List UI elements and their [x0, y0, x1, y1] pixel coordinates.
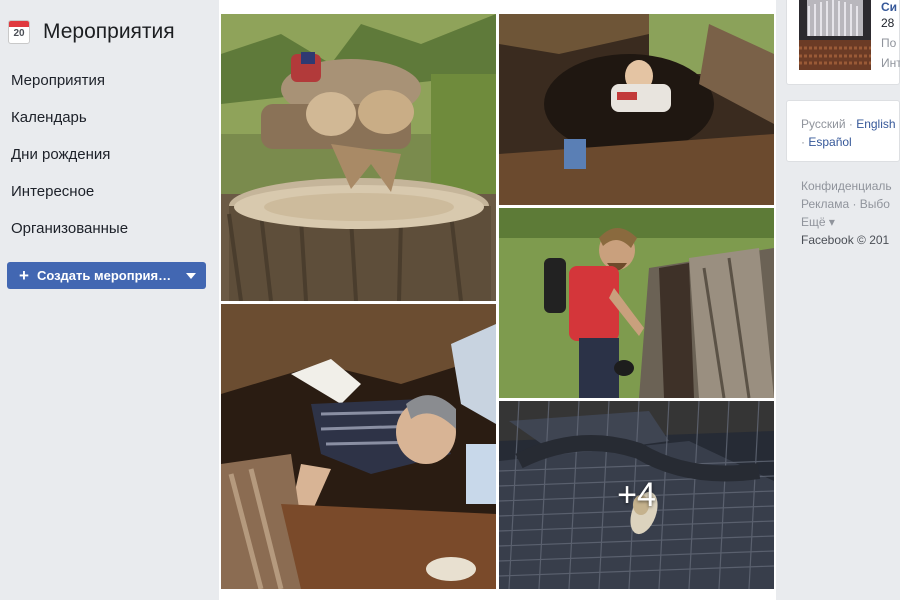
caret-down-icon[interactable] [186, 272, 196, 279]
left-sidebar: 20 Мероприятия Мероприятия Календарь Дни… [0, 0, 220, 600]
photo-stumps[interactable] [221, 14, 496, 301]
language-spanish-link[interactable]: Español [808, 135, 851, 149]
event-thumbnail[interactable] [799, 0, 871, 70]
calendar-icon: 20 [8, 20, 30, 44]
sidebar-nav: Мероприятия Календарь Дни рождения Интер… [11, 70, 128, 255]
more-photos-count[interactable]: +4 [499, 401, 774, 589]
sidebar-item-events[interactable]: Мероприятия [11, 70, 128, 107]
sidebar-item-calendar[interactable]: Календарь [11, 107, 128, 144]
post-card: +4 [219, 0, 776, 600]
footer-more-link[interactable]: Ещё ▾ [801, 213, 892, 231]
footer-privacy-link[interactable]: Конфиденциаль [801, 177, 892, 195]
plus-icon: + [19, 266, 29, 285]
page-title: Мероприятия [43, 20, 175, 43]
language-current: Русский [801, 117, 846, 131]
photo-hollow-woman[interactable] [499, 14, 774, 205]
event-title[interactable]: Си [881, 0, 897, 14]
photo-glove-larva[interactable]: +4 [499, 401, 774, 589]
event-meta-1: По [881, 36, 897, 50]
calendar-icon-number: 20 [13, 28, 25, 39]
suggested-event-card[interactable]: Си 28 По Инт [786, 0, 900, 85]
photo-bearded-man[interactable] [499, 208, 774, 398]
language-separator: · [845, 117, 857, 131]
create-event-label: Создать мероприя… [36, 268, 172, 283]
create-event-button[interactable]: + Создать мероприя… [7, 262, 206, 289]
language-row-2: · Español [801, 135, 852, 149]
sidebar-item-discover[interactable]: Интересное [11, 181, 128, 218]
right-column: Си 28 По Инт Русский · English · Español… [786, 0, 900, 600]
footer-copyright: Facebook © 201 [801, 233, 890, 247]
sidebar-item-birthdays[interactable]: Дни рождения [11, 144, 128, 181]
sidebar-header: 20 Мероприятия [8, 18, 175, 46]
event-meta-2: Инт [881, 56, 900, 70]
footer-ads-link[interactable]: Реклама · Выбо [801, 195, 892, 213]
sidebar-item-hosting[interactable]: Организованные [11, 218, 128, 255]
event-date: 28 [881, 16, 895, 30]
language-row-1: Русский · English [801, 117, 896, 131]
language-english-link[interactable]: English [856, 117, 895, 131]
language-selector-card: Русский · English · Español [786, 100, 900, 162]
footer-links: Конфиденциаль Реклама · Выбо Ещё ▾ Faceb… [801, 177, 892, 249]
photo-crawling[interactable] [221, 304, 496, 589]
